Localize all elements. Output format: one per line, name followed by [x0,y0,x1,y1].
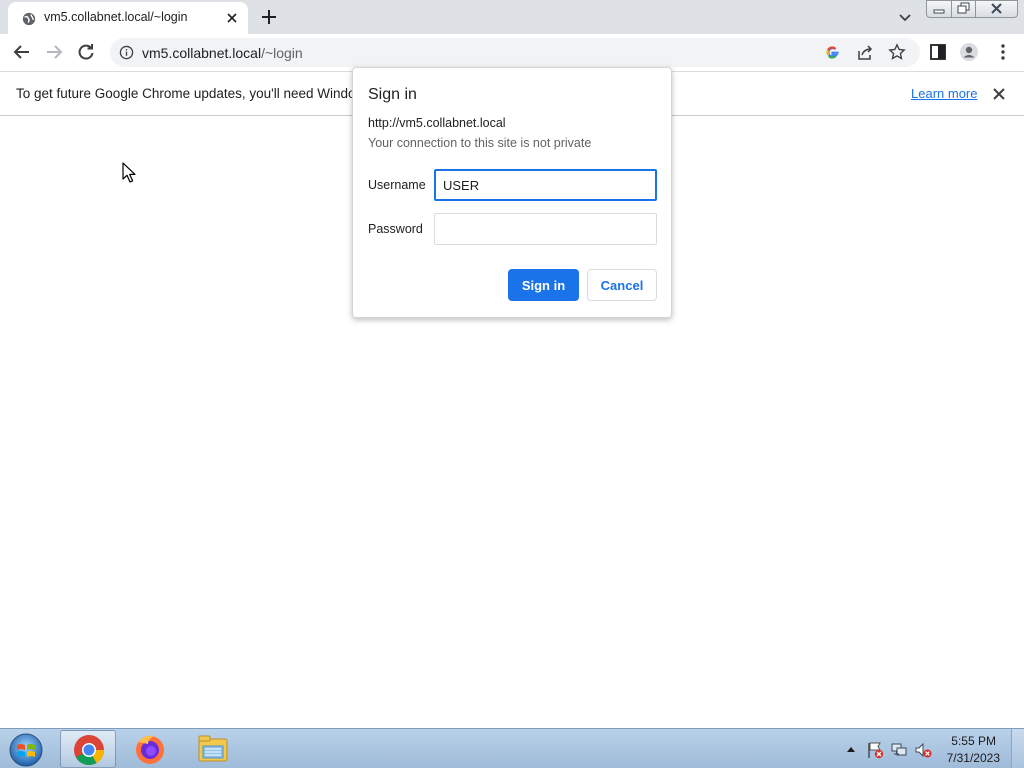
taskbar-file-explorer[interactable] [185,730,241,768]
show-desktop-button[interactable] [1011,729,1024,768]
clock-date[interactable]: 7/31/2023 [930,751,1000,765]
reload-icon[interactable] [76,42,96,62]
taskbar-firefox[interactable] [122,730,178,768]
clock-time[interactable]: 5:55 PM [930,734,996,748]
restore-icon [957,2,970,14]
minimize-button[interactable] [926,0,952,18]
windows-start-icon[interactable] [6,731,46,767]
back-arrow-icon[interactable] [12,42,32,62]
bookmark-star-icon[interactable] [888,43,906,61]
tab-title: vm5.collabnet.local/~login [44,10,188,24]
share-icon[interactable] [856,44,874,62]
close-window-button[interactable] [975,0,1018,18]
window-controls [926,0,1018,18]
info-icon[interactable] [119,45,134,60]
restore-button[interactable] [951,0,976,18]
browser-toolbar: vm5.collabnet.local/~login [0,34,1024,71]
sign-in-dialog: Sign in http://vm5.collabnet.local Your … [352,67,672,318]
chrome-icon [74,735,104,766]
side-panel-icon[interactable] [928,42,948,62]
network-icon[interactable] [890,741,908,759]
globe-icon [22,12,36,26]
infobar-message: To get future Google Chrome updates, you… [16,86,366,101]
close-infobar-icon[interactable] [990,85,1008,103]
google-lens-icon[interactable] [824,44,841,61]
learn-more-link[interactable]: Learn more [911,86,977,101]
password-label: Password [368,222,423,236]
file-explorer-icon [198,735,228,762]
close-tab-icon[interactable] [224,10,240,26]
browser-tab[interactable]: vm5.collabnet.local/~login [8,2,248,34]
dialog-title: Sign in [368,86,417,103]
new-tab-icon[interactable] [258,6,280,28]
show-hidden-icons-icon[interactable] [846,745,856,753]
sign-in-button[interactable]: Sign in [508,269,579,301]
minimize-icon [933,9,945,14]
dialog-privacy-note: Your connection to this site is not priv… [368,136,592,150]
taskbar: 5:55 PM 7/31/2023 [0,728,1024,768]
tab-strip: vm5.collabnet.local/~login [0,0,1024,34]
chevron-down-icon[interactable] [896,8,914,26]
close-window-icon [991,3,1002,14]
forward-arrow-icon[interactable] [44,42,64,62]
mouse-cursor-icon [122,162,136,183]
username-input[interactable] [434,169,657,201]
profile-avatar-icon[interactable] [959,42,979,62]
username-label: Username [368,178,426,192]
url-host: vm5.collabnet.local [142,45,262,61]
url-path: /~login [261,45,303,61]
more-menu-icon[interactable] [993,42,1013,62]
cancel-button[interactable]: Cancel [587,269,657,301]
url-text: vm5.collabnet.local/~login [142,45,303,61]
password-input[interactable] [434,213,657,245]
screen: vm5.collabnet.local/~login vm5.collabnet… [0,0,1024,768]
taskbar-chrome[interactable] [60,730,116,768]
action-center-flag-icon[interactable] [866,741,884,759]
firefox-icon [136,735,164,764]
address-bar[interactable]: vm5.collabnet.local/~login [110,38,920,67]
dialog-origin: http://vm5.collabnet.local [368,116,506,130]
